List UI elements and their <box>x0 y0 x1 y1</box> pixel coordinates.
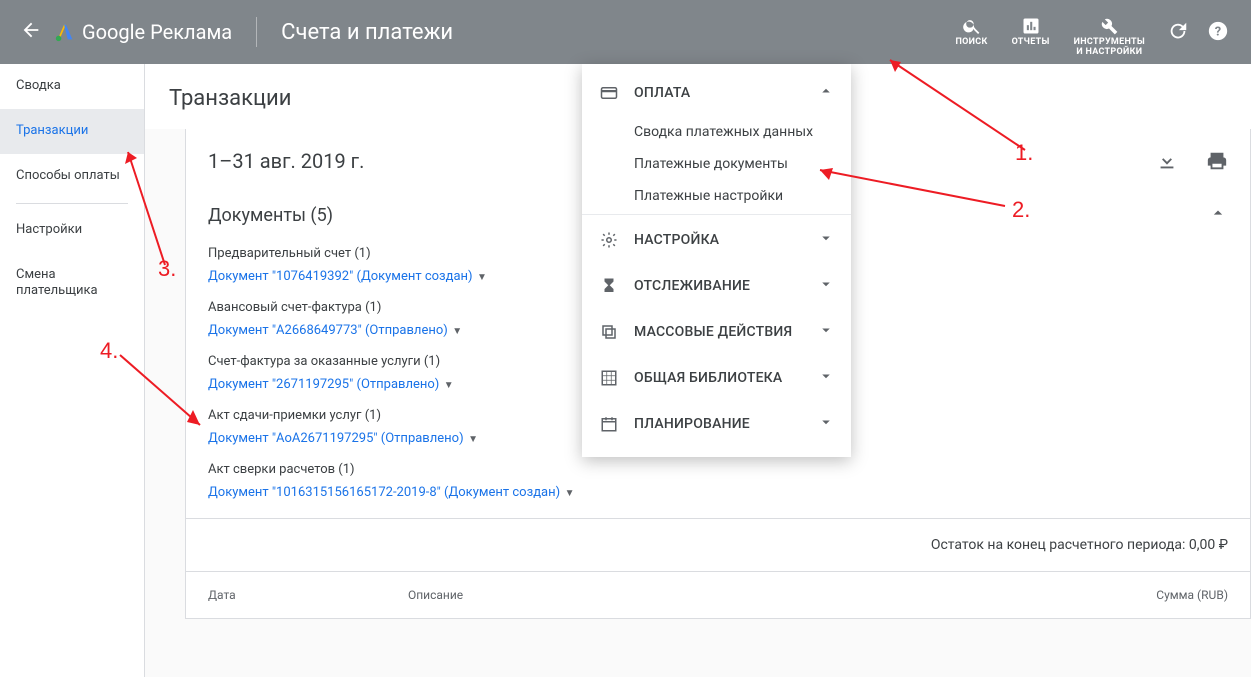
chevron-up-icon <box>817 82 835 104</box>
menu-section-library[interactable]: ОБЩАЯ БИБЛИОТЕКА <box>582 355 851 401</box>
menu-section-setup[interactable]: НАСТРОЙКА <box>582 217 851 263</box>
menu-section-label: ОПЛАТА <box>634 85 690 101</box>
doc-link[interactable]: Документ "1016315156165172-2019-8" (Доку… <box>208 485 575 500</box>
menu-section-payment[interactable]: ОПЛАТА <box>582 70 851 116</box>
sidebar-item-settings[interactable]: Настройки <box>0 208 144 253</box>
copy-icon <box>598 323 620 341</box>
doc-group: Акт сверки расчетов (1) Документ "101631… <box>186 452 1250 518</box>
product-logo[interactable]: Google Реклама <box>54 20 232 44</box>
header-divider <box>256 17 257 47</box>
menu-section-bulk[interactable]: МАССОВЫЕ ДЕЙСТВИЯ <box>582 309 851 355</box>
print-icon[interactable] <box>1206 150 1228 172</box>
menu-section-label: ПЛАНИРОВАНИЕ <box>634 416 750 432</box>
dropdown-caret-icon: ▼ <box>475 272 487 283</box>
menu-item-payment-summary[interactable]: Сводка платежных данных <box>582 116 851 148</box>
sidebar-item-transactions[interactable]: Транзакции <box>0 109 144 154</box>
menu-section-tracking[interactable]: ОТСЛЕЖИВАНИЕ <box>582 263 851 309</box>
search-label: ПОИСК <box>955 38 987 48</box>
dropdown-caret-icon: ▼ <box>441 380 453 391</box>
gear-icon <box>598 231 620 249</box>
help-icon[interactable]: ? <box>1207 20 1229 42</box>
page-header-title: Счета и платежи <box>281 20 453 45</box>
dropdown-caret-icon: ▼ <box>450 326 462 337</box>
chevron-down-icon <box>817 229 835 251</box>
th-desc: Описание <box>408 588 1078 602</box>
search-tool[interactable]: ПОИСК <box>955 16 987 48</box>
app-header: Google Реклама Счета и платежи ПОИСК ОТЧ… <box>0 0 1251 64</box>
product-name: Google Реклама <box>82 20 232 44</box>
menu-section-label: ОБЩАЯ БИБЛИОТЕКА <box>634 370 782 386</box>
doc-link[interactable]: Документ "1076419392" (Документ создан) … <box>208 269 487 284</box>
th-sum: Сумма (RUB) <box>1078 588 1228 602</box>
table-header: Дата Описание Сумма (RUB) <box>186 571 1250 618</box>
chevron-down-icon <box>817 275 835 297</box>
dropdown-caret-icon: ▼ <box>466 434 478 445</box>
reports-label: ОТЧЕТЫ <box>1012 38 1050 48</box>
collapse-icon <box>1208 203 1228 228</box>
card-icon <box>598 84 620 102</box>
hourglass-icon <box>598 277 620 295</box>
header-toolbar: ПОИСК ОТЧЕТЫ ИНСТРУМЕНТЫ И НАСТРОЙКИ ? <box>943 6 1251 58</box>
chevron-down-icon <box>817 367 835 389</box>
menu-item-payment-documents[interactable]: Платежные документы <box>582 148 851 180</box>
th-date: Дата <box>208 588 408 602</box>
chevron-down-icon <box>817 413 835 435</box>
balance-row: Остаток на конец расчетного периода: 0,0… <box>186 518 1250 571</box>
refresh-icon[interactable] <box>1167 20 1189 42</box>
menu-section-label: НАСТРОЙКА <box>634 232 719 248</box>
reports-icon <box>1021 16 1041 36</box>
doc-link[interactable]: Документ "AoA2671197295" (Отправлено) ▼ <box>208 431 478 446</box>
menu-section-label: ОТСЛЕЖИВАНИЕ <box>634 278 750 294</box>
doc-group-title: Акт сверки расчетов (1) <box>208 462 1228 477</box>
sidebar-item-change-payer[interactable]: Смена плательщика <box>0 253 144 315</box>
sidebar-item-summary[interactable]: Сводка <box>0 64 144 109</box>
back-icon[interactable] <box>20 19 42 45</box>
download-icon[interactable] <box>1156 150 1178 172</box>
menu-section-label: МАССОВЫЕ ДЕЙСТВИЯ <box>634 324 792 340</box>
sidebar-separator <box>16 203 128 204</box>
left-sidebar: Сводка Транзакции Способы оплаты Настрой… <box>0 64 145 677</box>
tools-settings-tool[interactable]: ИНСТРУМЕНТЫ И НАСТРОЙКИ <box>1074 16 1145 58</box>
date-range: 1–31 авг. 2019 г. <box>208 149 364 173</box>
search-icon <box>962 16 982 36</box>
calendar-icon <box>598 415 620 433</box>
doc-link[interactable]: Документ "2671197295" (Отправлено) ▼ <box>208 377 454 392</box>
doc-link[interactable]: Документ "A2668649773" (Отправлено) ▼ <box>208 323 462 338</box>
wrench-icon <box>1099 16 1119 36</box>
grid-icon <box>598 369 620 387</box>
documents-header: Документы (5) <box>208 205 333 226</box>
svg-text:?: ? <box>1215 25 1221 40</box>
menu-divider <box>582 214 851 215</box>
dropdown-caret-icon: ▼ <box>562 488 574 499</box>
chevron-down-icon <box>817 321 835 343</box>
sidebar-item-payment-methods[interactable]: Способы оплаты <box>0 154 144 199</box>
tools-label-2: И НАСТРОЙКИ <box>1076 48 1142 58</box>
menu-section-planning[interactable]: ПЛАНИРОВАНИЕ <box>582 401 851 447</box>
tools-dropdown: ОПЛАТА Сводка платежных данных Платежные… <box>582 64 851 457</box>
reports-tool[interactable]: ОТЧЕТЫ <box>1012 16 1050 48</box>
menu-item-payment-settings[interactable]: Платежные настройки <box>582 180 851 212</box>
